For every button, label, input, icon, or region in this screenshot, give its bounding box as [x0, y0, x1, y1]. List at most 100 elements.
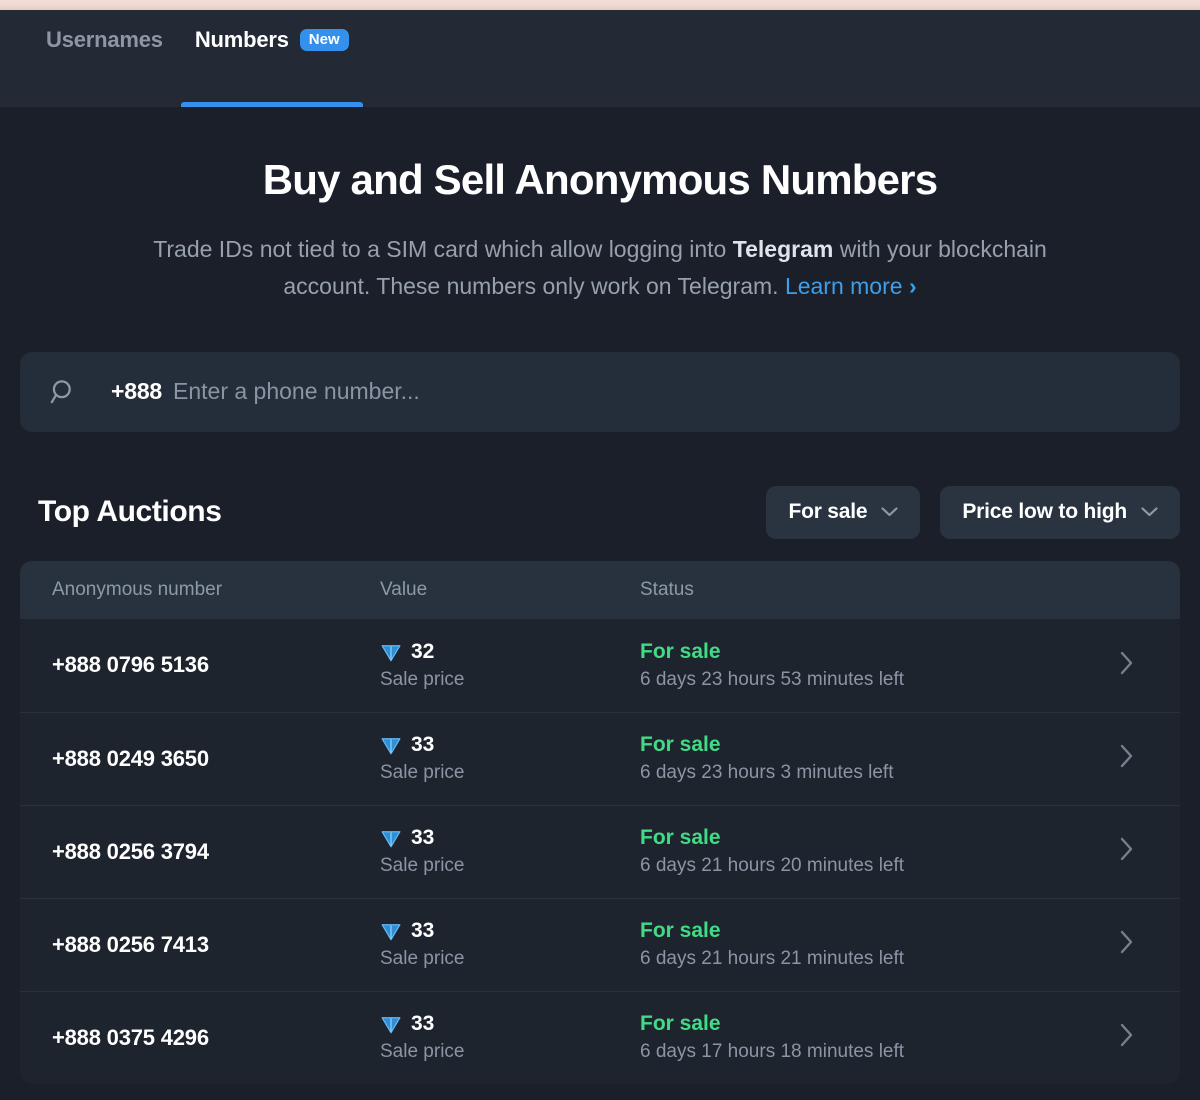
status-time-left: 6 days 21 hours 20 minutes left: [640, 855, 1120, 877]
status-badge: For sale: [640, 1012, 1120, 1036]
hero-section: Buy and Sell Anonymous Numbers Trade IDs…: [0, 107, 1200, 306]
table-row[interactable]: +888 0375 4296 33 Sale price For sale 6 …: [20, 991, 1180, 1084]
row-open-chevron[interactable]: [1120, 837, 1180, 866]
status-time-left: 6 days 17 hours 18 minutes left: [640, 1041, 1120, 1063]
ton-coin-icon: [380, 1013, 402, 1035]
search-section: +888 Enter a phone number...: [0, 352, 1200, 432]
ton-coin-icon: [380, 920, 402, 942]
section-title: Top Auctions: [20, 495, 222, 529]
row-number-cell: +888 0249 3650: [20, 746, 380, 772]
value-subtitle: Sale price: [380, 669, 640, 691]
tab-usernames-label: Usernames: [46, 27, 163, 53]
ton-coin-icon: [380, 827, 402, 849]
ton-coin-icon: [380, 734, 402, 756]
status-badge: For sale: [640, 826, 1120, 850]
table-row[interactable]: +888 0796 5136 32 Sale price For sale 6 …: [20, 619, 1180, 712]
value-amount: 33: [411, 919, 434, 943]
hero-description-brand: Telegram: [733, 236, 834, 262]
row-status-cell: For sale 6 days 23 hours 3 minutes left: [640, 733, 1120, 784]
filter-group: For sale Price low to high: [766, 486, 1180, 539]
learn-more-label: Learn more: [785, 273, 903, 299]
row-status-cell: For sale 6 days 23 hours 53 minutes left: [640, 640, 1120, 691]
row-status-cell: For sale 6 days 17 hours 18 minutes left: [640, 1012, 1120, 1063]
anonymous-number: +888 0256 7413: [52, 932, 380, 958]
chevron-right-icon: [1120, 744, 1134, 768]
row-value-cell: 33 Sale price: [380, 1012, 640, 1063]
chevron-right-icon: [1120, 837, 1134, 861]
hero-description-part1: Trade IDs not tied to a SIM card which a…: [153, 236, 733, 262]
status-time-left: 6 days 21 hours 21 minutes left: [640, 948, 1120, 970]
new-badge: New: [300, 29, 349, 51]
hero-description: Trade IDs not tied to a SIM card which a…: [110, 231, 1090, 306]
tab-bar: Usernames Numbers New: [0, 10, 1200, 107]
status-badge: For sale: [640, 919, 1120, 943]
anonymous-number: +888 0375 4296: [52, 1025, 380, 1051]
value-amount-group: 33: [380, 919, 640, 943]
row-number-cell: +888 0375 4296: [20, 1025, 380, 1051]
value-amount-group: 33: [380, 733, 640, 757]
value-amount-group: 33: [380, 826, 640, 850]
value-amount: 32: [411, 640, 434, 664]
anonymous-number: +888 0256 3794: [52, 839, 380, 865]
row-open-chevron[interactable]: [1120, 744, 1180, 773]
sort-filter-dropdown[interactable]: Price low to high: [940, 486, 1180, 539]
chevron-right-icon: [1120, 930, 1134, 954]
row-value-cell: 33 Sale price: [380, 826, 640, 877]
row-open-chevron[interactable]: [1120, 1023, 1180, 1052]
table-header-row: Anonymous number Value Status: [20, 561, 1180, 619]
status-filter-label: For sale: [788, 500, 867, 524]
search-icon: [50, 378, 77, 405]
anonymous-number: +888 0796 5136: [52, 652, 380, 678]
table-body: +888 0796 5136 32 Sale price For sale 6 …: [20, 619, 1180, 1084]
search-placeholder: Enter a phone number...: [173, 378, 420, 405]
row-status-cell: For sale 6 days 21 hours 20 minutes left: [640, 826, 1120, 877]
row-value-cell: 33 Sale price: [380, 733, 640, 784]
browser-chrome-strip: [0, 0, 1200, 10]
status-time-left: 6 days 23 hours 3 minutes left: [640, 762, 1120, 784]
column-header-value: Value: [380, 579, 640, 601]
ton-coin-icon: [380, 641, 402, 663]
table-row[interactable]: +888 0249 3650 33 Sale price For sale 6 …: [20, 712, 1180, 805]
active-tab-underline: [181, 102, 363, 107]
row-number-cell: +888 0256 7413: [20, 932, 380, 958]
chevron-right-icon: [1120, 651, 1134, 675]
chevron-down-icon: [881, 507, 898, 517]
chevron-right-icon: ›: [909, 273, 917, 299]
row-value-cell: 32 Sale price: [380, 640, 640, 691]
column-header-number: Anonymous number: [20, 579, 380, 601]
value-amount: 33: [411, 826, 434, 850]
status-badge: For sale: [640, 733, 1120, 757]
page-title: Buy and Sell Anonymous Numbers: [0, 157, 1200, 203]
value-amount: 33: [411, 1012, 434, 1036]
search-input[interactable]: +888 Enter a phone number...: [20, 352, 1180, 432]
status-filter-dropdown[interactable]: For sale: [766, 486, 920, 539]
status-time-left: 6 days 23 hours 53 minutes left: [640, 669, 1120, 691]
row-number-cell: +888 0796 5136: [20, 652, 380, 678]
value-subtitle: Sale price: [380, 948, 640, 970]
auctions-table: Anonymous number Value Status +888 0796 …: [20, 561, 1180, 1084]
tab-numbers[interactable]: Numbers New: [179, 10, 365, 107]
table-row[interactable]: +888 0256 3794 33 Sale price For sale 6 …: [20, 805, 1180, 898]
value-subtitle: Sale price: [380, 762, 640, 784]
search-country-prefix: +888: [111, 378, 162, 405]
row-number-cell: +888 0256 3794: [20, 839, 380, 865]
status-badge: For sale: [640, 640, 1120, 664]
value-subtitle: Sale price: [380, 1041, 640, 1063]
value-amount: 33: [411, 733, 434, 757]
learn-more-link[interactable]: Learn more ›: [785, 273, 917, 299]
row-status-cell: For sale 6 days 21 hours 21 minutes left: [640, 919, 1120, 970]
auctions-table-section: Anonymous number Value Status +888 0796 …: [0, 561, 1200, 1084]
sort-filter-label: Price low to high: [962, 500, 1127, 524]
row-open-chevron[interactable]: [1120, 651, 1180, 680]
row-open-chevron[interactable]: [1120, 930, 1180, 959]
tab-numbers-label: Numbers: [195, 27, 289, 53]
value-subtitle: Sale price: [380, 855, 640, 877]
anonymous-number: +888 0249 3650: [52, 746, 380, 772]
table-row[interactable]: +888 0256 7413 33 Sale price For sale 6 …: [20, 898, 1180, 991]
tab-usernames[interactable]: Usernames: [30, 10, 179, 107]
chevron-right-icon: [1120, 1023, 1134, 1047]
chevron-down-icon: [1141, 507, 1158, 517]
section-header: Top Auctions For sale Price low to high: [0, 486, 1200, 539]
row-value-cell: 33 Sale price: [380, 919, 640, 970]
column-header-status: Status: [640, 579, 1120, 601]
